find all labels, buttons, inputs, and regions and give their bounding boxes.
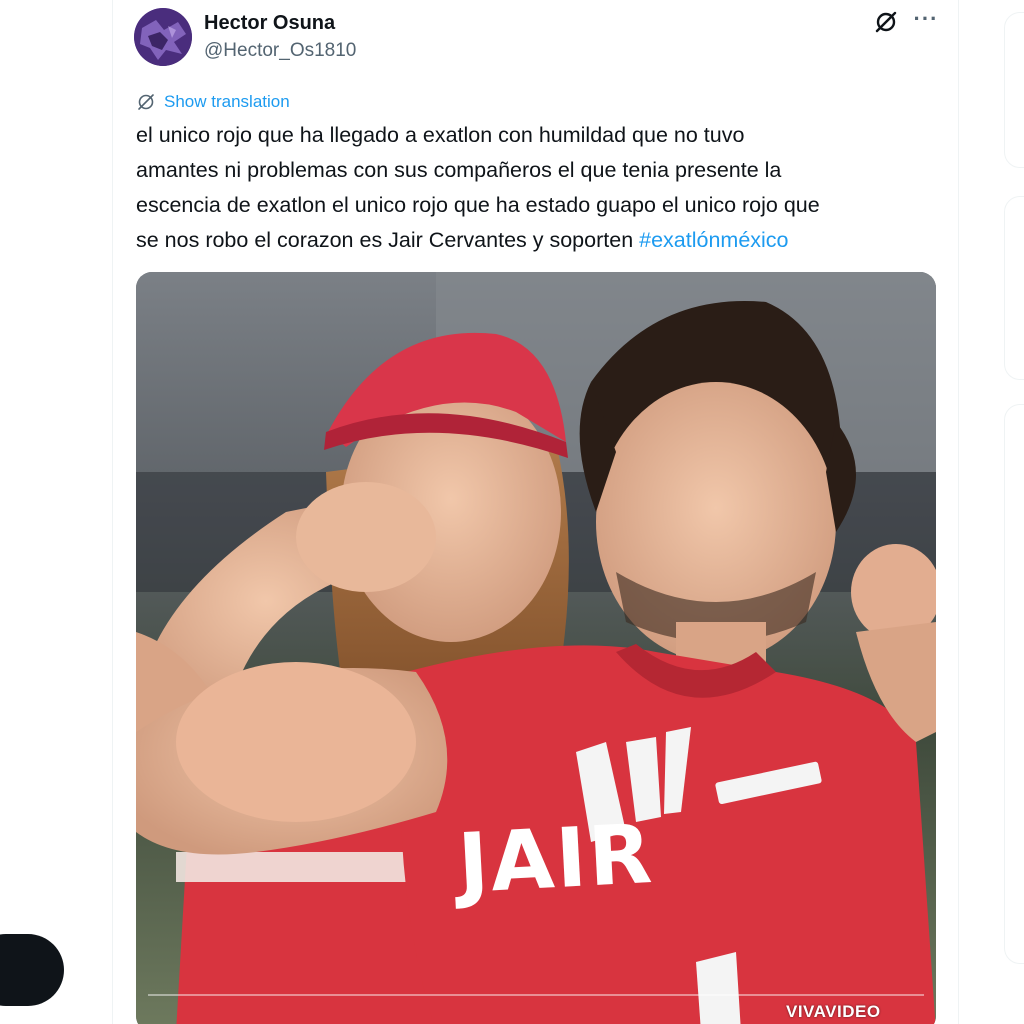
- hashtag-link[interactable]: #exatlónméxico: [639, 228, 788, 252]
- grok-icon[interactable]: [872, 8, 900, 36]
- floating-action-button[interactable]: [0, 934, 64, 1006]
- more-icon[interactable]: ···: [912, 8, 940, 36]
- tweet-text-segment: se nos robo el corazon es Jair Cervantes…: [136, 228, 640, 252]
- author-handle[interactable]: @Hector_Os1810: [204, 40, 356, 62]
- tweet-text-line: el unico rojo que ha llegado a exatlon c…: [136, 123, 745, 147]
- jersey-name-text: JAIR: [455, 806, 656, 913]
- show-translation-button[interactable]: Show translation: [136, 90, 290, 114]
- avatar-image: [134, 8, 192, 66]
- video-watermark: VIVAVIDEO: [786, 1002, 881, 1021]
- avatar[interactable]: [134, 8, 192, 66]
- column-border-right: [958, 0, 959, 1024]
- sidebar-card: [1004, 404, 1024, 964]
- video-progress-bar[interactable]: [148, 994, 924, 996]
- tweet-text-line: se nos robo el corazon es Jair Cervantes…: [136, 223, 936, 258]
- show-translation-label: Show translation: [164, 92, 290, 111]
- sidebar-card: [1004, 196, 1024, 380]
- sidebar-card: [1004, 12, 1024, 168]
- tweet-text: el unico rojo que ha llegado a exatlon c…: [136, 118, 936, 258]
- tweet-text-line: escencia de exatlon el unico rojo que ha…: [136, 193, 820, 217]
- video-player[interactable]: JAIR VIVAVIDEO: [136, 272, 936, 1024]
- video-frame: [136, 272, 936, 1024]
- tweet-text-line: amantes ni problemas con sus compañeros …: [136, 158, 782, 182]
- translate-icon: [136, 92, 156, 112]
- author-name[interactable]: Hector Osuna: [204, 12, 335, 35]
- tweet: Hector Osuna @Hector_Os1810 ··· Show tra…: [112, 0, 958, 1024]
